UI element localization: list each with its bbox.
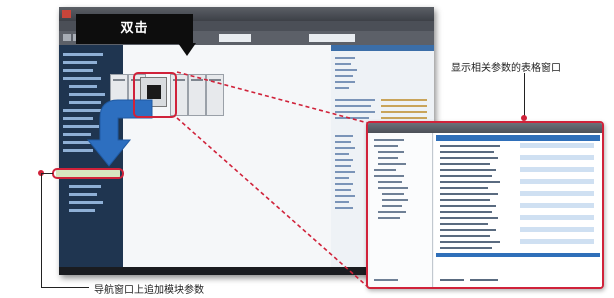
callout-label: 双击: [120, 21, 149, 36]
caption-marker-right: [521, 115, 527, 121]
caption-table-window: 显示相关参数的表格窗口: [451, 63, 561, 74]
caption-nav-window: 导航窗口上追加模块参数: [94, 285, 204, 296]
zoom-nav-tree[interactable]: [370, 133, 433, 287]
parameter-table-window[interactable]: [366, 121, 604, 289]
caption-leader-bottom: [41, 173, 53, 174]
caption-leader-bottom: [41, 173, 42, 287]
caption-leader-bottom: [41, 287, 89, 288]
zoom-parameter-table[interactable]: [434, 133, 602, 287]
caption-leader-right: [524, 73, 525, 118]
zoom-title-bar: [368, 123, 602, 133]
callout-tail: [178, 43, 196, 56]
